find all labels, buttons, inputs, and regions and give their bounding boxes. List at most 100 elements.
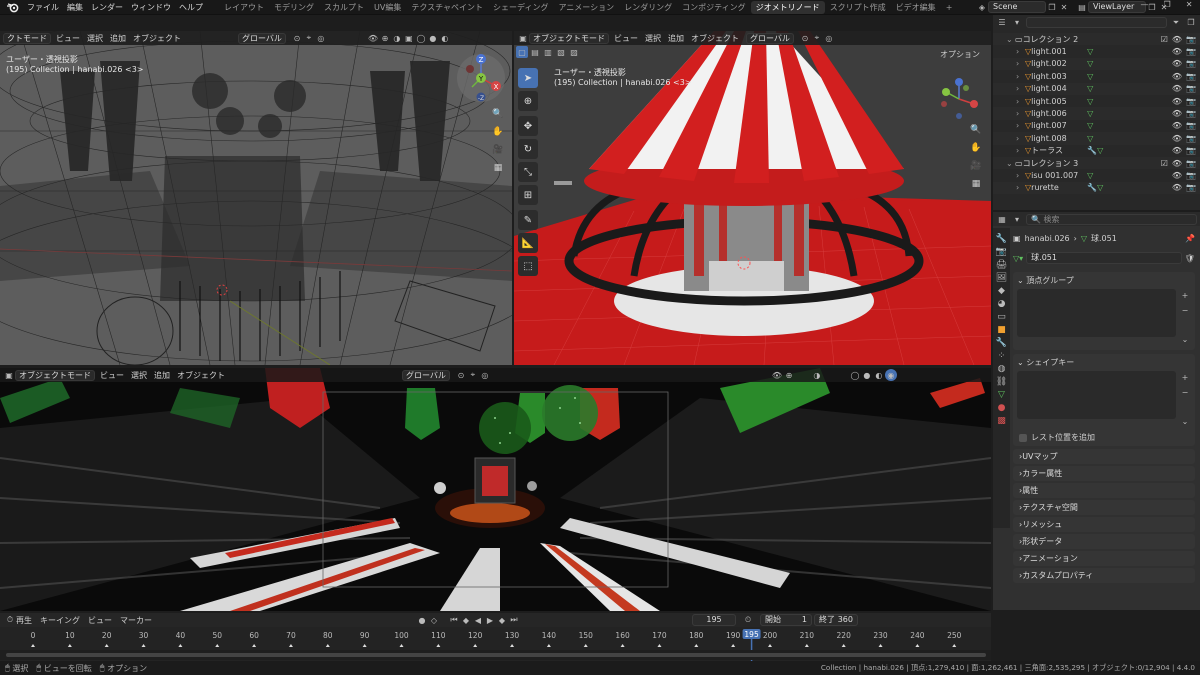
end-frame-field[interactable]: 終了 360 [814,614,858,626]
workspace-tab[interactable]: アニメーション [553,1,619,14]
menu-render[interactable]: レンダー [91,2,123,13]
modifier-tab-icon[interactable]: 🔧 [996,338,1007,348]
pin-icon[interactable]: 📌 [1185,234,1195,243]
data-tab-icon[interactable]: ▽ [998,390,1005,400]
visibility-eye-icon[interactable]: 👁 [1172,47,1182,56]
timeline-type-icon[interactable]: ⏱ [4,614,16,626]
chevron-right-icon[interactable]: › [1016,146,1025,155]
visibility-eye-icon[interactable]: 👁 [1172,35,1182,44]
render-camera-icon[interactable]: 📷 [1186,183,1196,192]
minimize-icon[interactable]: — [1141,0,1149,13]
editor-type-icon-bottom[interactable]: ▣ [3,369,15,381]
pivot-icon-right[interactable]: ⊙ [799,32,811,44]
menu-file[interactable]: ファイル [27,2,59,13]
jump-end-icon[interactable]: ⏭ [508,614,520,626]
view-layer-tab-icon[interactable]: 🖼 [996,273,1007,283]
snap-icon-right[interactable]: ⌖ [811,32,823,44]
outliner-object-row[interactable]: › ▽ light.007 ▽ 👁 📷 [993,120,1200,132]
select-subtract-icon[interactable]: ▥ [542,46,554,58]
shape-keys-header[interactable]: ⌄ シェイプキー [1013,356,1195,369]
visibility-eye-icon[interactable]: 👁 [1172,97,1182,106]
chevron-down-icon[interactable]: ⌄ [1006,159,1015,168]
start-frame-field[interactable]: 開始 1 [760,614,812,626]
add-vertex-group-icon[interactable]: + [1179,289,1191,301]
vertex-groups-list[interactable] [1017,289,1176,337]
properties-panel-header[interactable]: › テクスチャ空間 [1013,500,1195,515]
scene-icon[interactable]: ◈ [976,1,988,13]
visibility-eye-icon[interactable]: 👁 [1172,72,1182,81]
shape-keys-list[interactable] [1017,371,1176,419]
visibility-icon[interactable]: 👁 [367,32,379,44]
mesh-data-icon[interactable]: ▽ [1087,72,1093,81]
outliner-collection-row[interactable]: ⌄ ▭ コレクション 3 ☑ 👁 📷 [993,156,1200,170]
scale-tool-icon[interactable]: ⤡ [518,162,538,182]
select-intersect-icon[interactable]: ▨ [568,46,580,58]
shading-solid-icon-bottom[interactable]: ● [861,369,873,381]
output-tab-icon[interactable]: 🖨 [996,260,1007,270]
pivot-icon-bottom[interactable]: ⊙ [455,369,467,381]
mesh-data-icon[interactable]: ▽ [1087,97,1093,106]
pan-hand-icon-right[interactable]: ✋ [968,140,984,156]
outliner-object-row[interactable]: › ▽ light.003 ▽ 👁 📷 [993,70,1200,82]
select-tool-icon[interactable]: ➤ [518,68,538,88]
navigation-gizmo[interactable]: Z Y X -Z [456,53,506,103]
visibility-eye-icon[interactable]: 👁 [1172,146,1182,155]
properties-dropdown-icon[interactable]: ▾ [1011,213,1023,225]
menu-view-right[interactable]: ビュー [614,33,638,44]
proportional-icon-bottom[interactable]: ◎ [479,369,491,381]
clock-icon[interactable]: ⏲ [742,614,754,626]
chevron-right-icon[interactable]: › [1016,183,1025,192]
properties-panel-header[interactable]: › 形状データ [1013,534,1195,549]
filter-icon[interactable]: ⏷ [1170,17,1182,29]
copy-scene-icon[interactable]: ❐ [1046,1,1058,13]
viewport-wireframe[interactable] [0,31,512,365]
shape-key-menu-icon[interactable]: ⌄ [1179,415,1191,427]
workspace-tab[interactable]: ジオメトリノード [750,0,825,14]
properties-panel-header[interactable]: › UVマップ [1013,449,1195,464]
menu-object[interactable]: オブジェクト [133,33,181,44]
zoom-icon-right[interactable]: 🔍 [968,122,984,138]
ortho-grid-icon-right[interactable]: ▦ [968,176,984,192]
mesh-data-icon[interactable]: ▽ [1087,134,1093,143]
close-window-icon[interactable]: ✕ [1186,0,1193,13]
mesh-data-icon[interactable]: 🔧▽ [1087,146,1103,155]
outliner-object-row[interactable]: › ▽ light.008 ▽ 👁 📷 [993,132,1200,145]
orientation-dropdown[interactable]: グローバル [238,32,286,44]
world-tab-icon[interactable]: ◕ [998,299,1006,309]
chevron-right-icon[interactable]: › [1016,59,1025,68]
physics-tab-icon[interactable]: ◍ [998,364,1006,374]
properties-panel-header[interactable]: › カスタムプロパティ [1013,568,1195,583]
xray-icon[interactable]: ▣ [403,32,415,44]
chevron-right-icon[interactable]: › [1016,72,1025,81]
menu-view[interactable]: ビュー [56,33,80,44]
properties-panel-header[interactable]: › リメッシュ [1013,517,1195,532]
menu-object-right[interactable]: オブジェクト [691,33,739,44]
mesh-data-icon[interactable]: ▽ [1087,109,1093,118]
properties-panel-header[interactable]: › 属性 [1013,483,1195,498]
vertex-groups-header[interactable]: ⌄ 頂点グループ [1013,274,1195,287]
zoom-icon[interactable]: 🔍 [490,106,506,122]
shading-wire-icon[interactable]: ◯ [415,32,427,44]
editor-type-icon[interactable]: ▣ [517,32,529,44]
chevron-right-icon[interactable]: › [1016,171,1025,180]
visibility-eye-icon[interactable]: 👁 [1172,134,1182,143]
jump-start-icon[interactable]: ⏮ [448,614,460,626]
transform-tool-icon[interactable]: ⊞ [518,185,538,205]
chevron-right-icon[interactable]: › [1016,121,1025,130]
annotate-tool-icon[interactable]: ✎ [518,210,538,230]
rotate-tool-icon[interactable]: ↻ [518,139,538,159]
render-camera-icon[interactable]: 📷 [1186,109,1196,118]
autokey-icon[interactable]: ◇ [428,614,440,626]
mesh-data-icon[interactable]: ▽ [1087,84,1093,93]
ortho-grid-icon[interactable]: ▦ [490,160,506,176]
mode-dropdown-right[interactable]: オブジェクトモード [529,32,609,44]
camera-view-icon[interactable]: 🎥 [490,142,506,158]
render-camera-icon[interactable]: 📷 [1186,121,1196,130]
outliner-search-input[interactable] [1026,17,1167,28]
outliner-object-row[interactable]: › ▽ light.005 ▽ 👁 📷 [993,95,1200,107]
material-tab-icon[interactable]: ● [998,403,1006,413]
overlay-icon-bottom[interactable]: ◑ [811,369,823,381]
maximize-icon[interactable]: ❐ [1164,0,1171,13]
workspace-tab[interactable]: シェーディング [488,1,553,14]
blender-logo-icon[interactable] [5,1,19,14]
